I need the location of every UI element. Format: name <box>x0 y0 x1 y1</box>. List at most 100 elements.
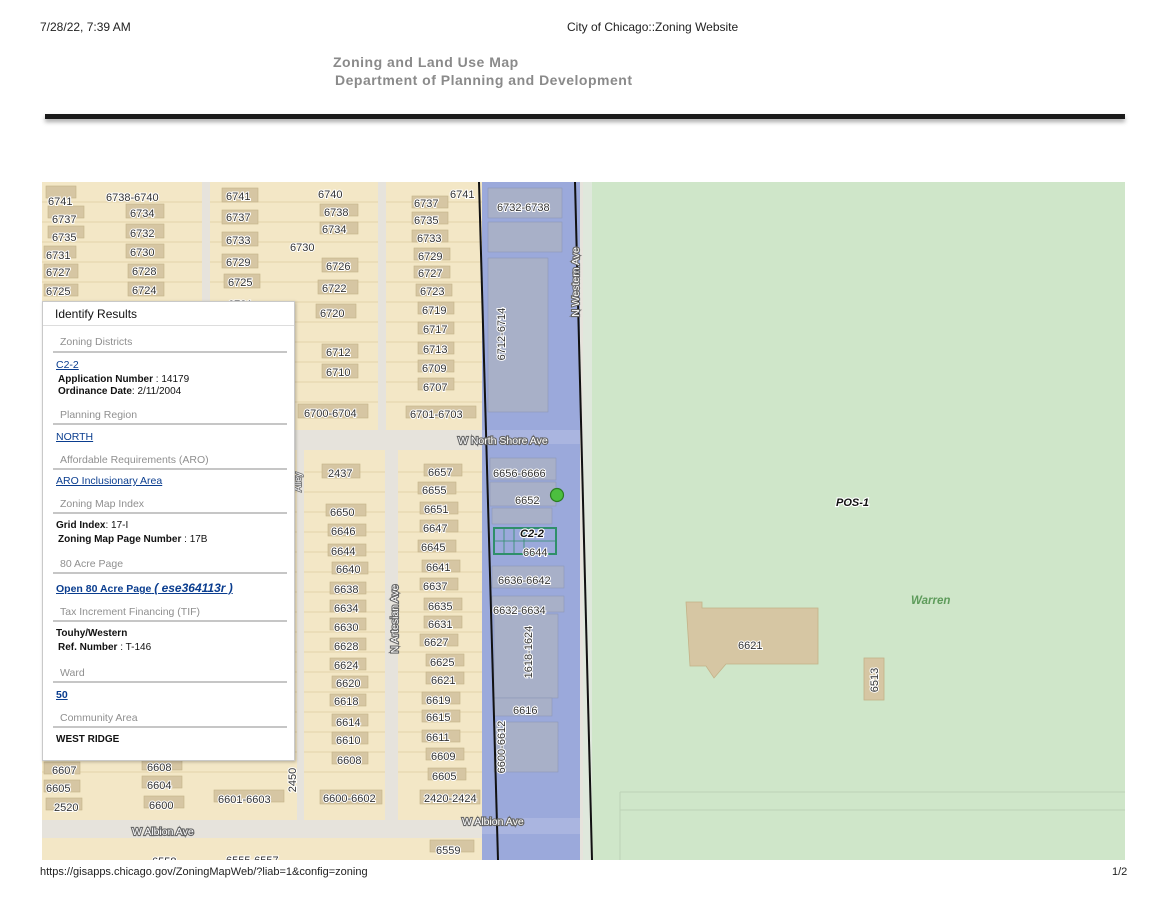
parcel-address-label: 6605 <box>46 783 70 795</box>
parcel-address-label: 6625 <box>430 657 454 669</box>
parcel-address-label: 6740 <box>318 189 342 201</box>
identify-results-panel[interactable]: Identify Results Zoning Districts C2-2 A… <box>42 301 295 761</box>
zoning-district-link[interactable]: C2-2 <box>56 359 79 371</box>
header-divider <box>45 114 1125 119</box>
parcel-address-label: 6700-6704 <box>304 408 357 420</box>
identify-results-title: Identify Results <box>55 307 138 321</box>
parcel-address-label: 6729 <box>226 257 250 269</box>
parcel-address-label: 6619 <box>426 695 450 707</box>
section-zoning-map-index: Zoning Map Index <box>60 498 145 510</box>
parcel-address-label: 6558 <box>152 856 176 860</box>
parcel-address-label: 6701-6703 <box>410 409 463 421</box>
section-zoning-districts: Zoning Districts <box>60 336 133 348</box>
park-name-label: Warren <box>911 595 950 607</box>
parcel-address-label: 6727 <box>418 268 442 280</box>
parcel-address-label: 6624 <box>334 660 358 672</box>
parcel-address-label: 6644 <box>331 546 355 558</box>
parcel-address-label: 6609 <box>431 751 455 763</box>
street-label-albion: W Albion Ave <box>462 816 524 828</box>
parcel-address-label: 6712 <box>326 347 350 359</box>
parcel-address-label: 6724 <box>132 285 156 297</box>
app-subtitle: Department of Planning and Development <box>335 72 633 88</box>
section-tif: Tax Increment Financing (TIF) <box>60 606 201 618</box>
parcel-address-label: 6652 <box>515 495 539 507</box>
parcel-address-label: 6641 <box>426 562 450 574</box>
parcel-address-label: 6713 <box>423 344 447 356</box>
section-aro: Affordable Requirements (ARO) <box>60 454 209 466</box>
street-label-artesian: N Artesian Ave <box>389 585 401 654</box>
parcel-address-label: 6559 <box>436 845 460 857</box>
parcel-address-label: 6600-6602 <box>323 793 376 805</box>
street-label-albion: W Albion Ave <box>132 826 194 838</box>
print-url: https://gisapps.chicago.gov/ZoningMapWeb… <box>40 866 368 878</box>
parcel-address-label: 6615 <box>426 712 450 724</box>
parcel-address-label: 6710 <box>326 367 350 379</box>
parcel-address-label: 6628 <box>334 641 358 653</box>
parcel-address-label: 6725 <box>46 286 70 298</box>
divider <box>53 351 287 353</box>
zone-label-pos-1: POS-1 <box>836 497 869 509</box>
parcel-address-label: 6604 <box>147 780 171 792</box>
street-albion <box>42 820 482 838</box>
parcel-address-label: 6607 <box>52 765 76 777</box>
parcel-address-label: 6651 <box>424 504 448 516</box>
print-date: 7/28/22, 7:39 AM <box>40 20 131 34</box>
divider <box>53 620 287 622</box>
divider <box>53 726 287 728</box>
parcel-address-label: 6627 <box>424 637 448 649</box>
parcel-address-label: 6720 <box>320 308 344 320</box>
page-number: 1/2 <box>1112 866 1128 878</box>
parcel-address-label: 6734 <box>322 224 346 236</box>
section-80-acre-page: 80 Acre Page <box>60 558 124 570</box>
parcel-address-label: 6634 <box>334 603 358 615</box>
parcel-address-label: 6732 <box>130 228 154 240</box>
parcel-address-label: 6610 <box>336 735 360 747</box>
parcel-address-label: 6729 <box>418 251 442 263</box>
zoning-map-page-number: Zoning Map Page Number : 17B <box>58 534 208 545</box>
parcel-address-label: 6741 <box>48 196 72 208</box>
open-80-acre-page-link[interactable]: Open 80 Acre Page ( ese364113r ) <box>56 581 233 595</box>
parcel-address-label: 6735 <box>52 232 76 244</box>
parcel-address-label: 6741 <box>450 189 474 201</box>
parcel-address-label: 6635 <box>428 601 452 613</box>
parcel-address-label: 6738 <box>324 207 348 219</box>
planning-region-link[interactable]: NORTH <box>56 431 93 443</box>
parcel-address-label: 6657 <box>428 467 452 479</box>
parcel-address-label: 6725 <box>228 277 252 289</box>
print-page-title: City of Chicago::Zoning Website <box>567 20 739 34</box>
parcel-address-label: 6719 <box>422 305 446 317</box>
ordinance-date: Ordinance Date: 2/11/2004 <box>58 386 182 397</box>
parcel-address-label: 6732-6738 <box>497 202 550 214</box>
grid-index: Grid Index: 17-I <box>56 520 129 531</box>
parcel-address-label: 6722 <box>322 283 346 295</box>
parcel-address-label: 6644 <box>523 547 547 559</box>
parcel-address-label: 6600 <box>149 800 173 812</box>
parcel-address-label: 6608 <box>337 755 361 767</box>
parcel-address-label: 6621 <box>431 675 455 687</box>
parcel-address-label: 6638 <box>334 584 358 596</box>
parcel-address-label: 6645 <box>421 542 445 554</box>
parcel-address-label: 6735 <box>414 215 438 227</box>
parcel-address-label: 6605 <box>432 771 456 783</box>
alley <box>297 450 304 820</box>
parcel-address-label: 6637 <box>423 581 447 593</box>
parcel-address-label: 2520 <box>54 802 78 814</box>
parcel-address-label: 6737 <box>226 212 250 224</box>
parcel-address-label: 6726 <box>326 261 350 273</box>
park-zone-pos-1[interactable] <box>590 182 1125 860</box>
ward-link[interactable]: 50 <box>56 689 68 701</box>
parcel-address-label: 6717 <box>423 324 447 336</box>
parcel-address-label: 6707 <box>423 382 447 394</box>
parcel-address-label: 6733 <box>417 233 441 245</box>
parcel-address-label: 6727 <box>46 267 70 279</box>
parcel-address-label: 6620 <box>336 678 360 690</box>
parcel-address-label: 6741 <box>226 191 250 203</box>
location-marker-icon[interactable] <box>549 487 565 503</box>
parcel-address-label: 6728 <box>132 266 156 278</box>
parcel-address-label: 6730 <box>130 247 154 259</box>
parcel-address-label: 6723 <box>420 286 444 298</box>
aro-link[interactable]: ARO Inclusionary Area <box>56 475 162 487</box>
parcel-address-label: 6712-6714 <box>496 308 508 361</box>
section-ward: Ward <box>60 667 85 679</box>
parcel-address-label: 6631 <box>428 619 452 631</box>
